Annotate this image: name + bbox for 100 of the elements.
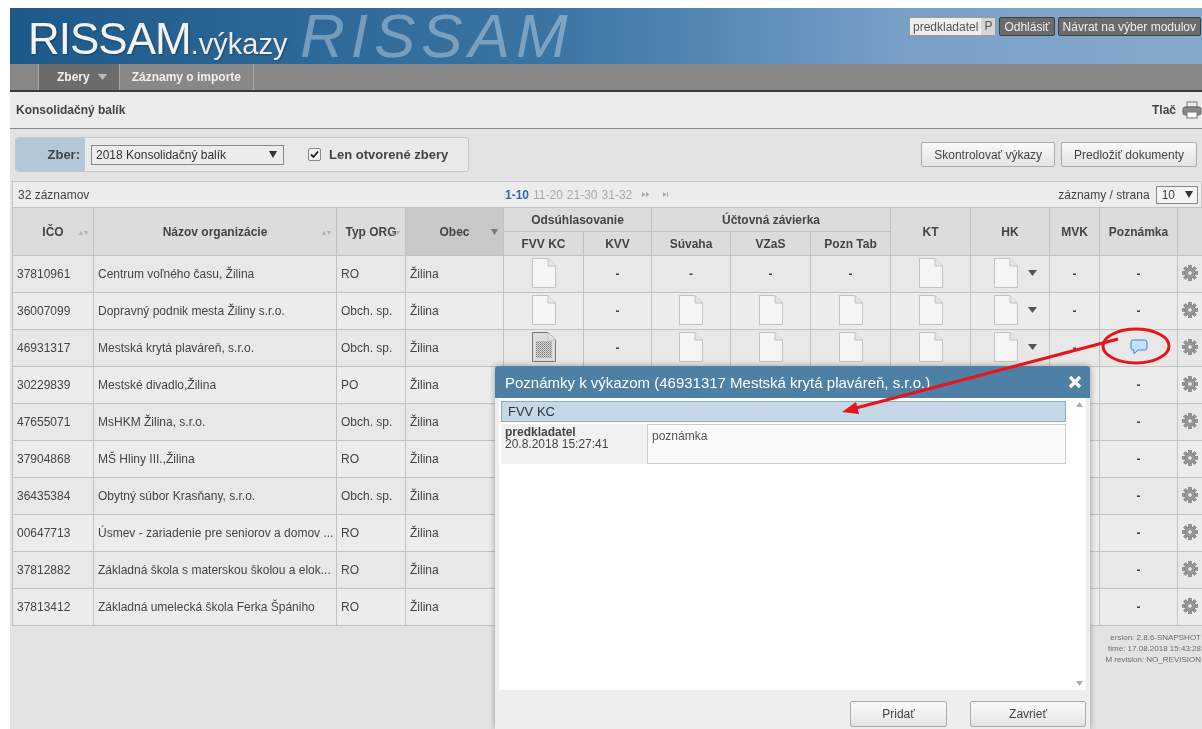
document-icon[interactable]	[918, 331, 943, 362]
action-button[interactable]: Predložiť dokumenty	[1061, 142, 1197, 167]
note-author: predkladatel	[505, 426, 576, 438]
table-cell: MsHKM Žilina, s.r.o.	[93, 403, 337, 441]
dialog-button[interactable]: Pridať	[850, 701, 947, 727]
document-icon[interactable]	[679, 331, 703, 362]
table-cell: -	[583, 255, 652, 293]
column-header: KT	[890, 207, 971, 256]
print-link[interactable]: Tlač	[1152, 103, 1176, 117]
section-header: FVV KC	[501, 401, 1066, 422]
table-cell: 46931317	[12, 329, 94, 367]
action-button[interactable]: Skontrolovať výkazy	[921, 142, 1056, 167]
column-header[interactable]: IČO	[12, 207, 94, 256]
dialog-title: Poznámky k výkazom (46931317 Mestská krytá plaváreň, s.r.o.)	[505, 373, 931, 391]
column-group-header: Účtovná závierka	[651, 207, 891, 232]
table-cell: -	[1099, 477, 1178, 515]
column-header: MVK	[1049, 207, 1100, 256]
note-time: 20.8.2018 15:27:41	[505, 437, 609, 451]
table-cell: -	[1099, 440, 1178, 478]
table-cell: -	[1099, 292, 1178, 330]
column-header[interactable]: Názov organizácie	[93, 207, 337, 256]
table-cell: -	[583, 292, 652, 330]
per-page-select[interactable]: 10	[1155, 185, 1198, 204]
document-icon[interactable]	[531, 331, 556, 362]
checkbox[interactable]	[308, 148, 321, 161]
highlight-ellipse	[1101, 327, 1171, 365]
collection-select[interactable]: 2018 Konsolidačný balík	[91, 144, 284, 165]
table-cell: Mestská krytá plaváreň, s.r.o.	[93, 329, 337, 367]
settings-icon[interactable]	[1182, 375, 1199, 392]
page-title: Konsolidačný balík	[16, 103, 126, 117]
caret-icon	[269, 151, 277, 158]
settings-icon[interactable]	[1182, 486, 1199, 503]
nav-tab[interactable]: Zbery	[38, 64, 120, 90]
scroll-down-icon[interactable]	[1075, 681, 1083, 686]
table-cell: RO	[336, 551, 406, 589]
version-info: ersion: 2.8.6-SNAPSHOT	[1109, 632, 1201, 643]
header-button[interactable]: Odhlásiť	[999, 17, 1055, 36]
dialog-button[interactable]: Zavrieť	[970, 701, 1086, 727]
table-cell: Centrum voľného času, Žilina	[93, 255, 337, 293]
table-cell: 00647713	[12, 514, 94, 552]
table-cell: Základná umelecká škola Ferka Špániho	[93, 588, 337, 626]
table-cell: -	[1049, 292, 1100, 330]
table-cell: 37812882	[12, 551, 94, 589]
close-icon[interactable]	[1068, 375, 1082, 389]
filter-label: Zber:	[16, 138, 85, 171]
document-icon[interactable]	[531, 294, 556, 325]
document-icon[interactable]	[838, 294, 863, 325]
settings-icon[interactable]	[1182, 338, 1199, 355]
caret-icon[interactable]	[1027, 306, 1037, 313]
filter-icon[interactable]	[491, 228, 498, 235]
column-header[interactable]: Typ ORG	[336, 207, 406, 256]
settings-icon[interactable]	[1182, 449, 1199, 466]
version-info: time: 17.08.2018 15:43:28	[1107, 643, 1201, 654]
table-cell: 36435384	[12, 477, 94, 515]
table-cell: Obch. sp.	[336, 403, 406, 441]
table-cell: RO	[336, 514, 406, 552]
document-icon[interactable]	[531, 257, 556, 288]
note-text: poznámka	[647, 424, 1066, 464]
settings-icon[interactable]	[1182, 560, 1199, 577]
checkbox-label: Len otvorené zbery	[329, 147, 449, 162]
table-cell: RO	[336, 255, 406, 293]
caret-icon[interactable]	[97, 74, 107, 80]
comment-icon[interactable]	[1129, 338, 1148, 355]
settings-icon[interactable]	[1182, 597, 1199, 614]
table-cell: -	[1099, 403, 1178, 441]
table-cell: Žilina	[405, 255, 504, 293]
printer-icon[interactable]	[1182, 101, 1202, 119]
settings-icon[interactable]	[1182, 412, 1199, 429]
table-cell: Žilina	[405, 292, 504, 330]
settings-icon[interactable]	[1182, 523, 1199, 540]
column-header: Poznámka	[1099, 207, 1178, 256]
document-icon[interactable]	[758, 294, 783, 325]
last-page-icon[interactable]	[662, 191, 671, 198]
document-icon[interactable]	[993, 294, 1018, 325]
table-cell: Základná škola s materskou školou a elok...	[93, 551, 337, 589]
document-icon[interactable]	[918, 257, 943, 288]
app-logo: RISSAM.výkazy	[27, 13, 288, 64]
table-cell: RO	[336, 588, 406, 626]
table-cell: 30229839	[12, 366, 94, 404]
page-link[interactable]: 1-10	[505, 187, 530, 202]
table-cell: Žilina	[405, 329, 504, 367]
document-icon[interactable]	[993, 257, 1018, 288]
table-cell: 36007099	[12, 292, 94, 330]
header-button[interactable]: Návrat na výber modulov	[1057, 17, 1201, 36]
document-icon[interactable]	[679, 294, 703, 325]
document-icon[interactable]	[918, 294, 943, 325]
caret-icon[interactable]	[1027, 269, 1037, 276]
caret-icon[interactable]	[1027, 343, 1037, 350]
column-header[interactable]: Obec	[405, 207, 504, 256]
table-cell: 37813412	[12, 588, 94, 626]
table-cell: -	[583, 329, 652, 367]
table-cell: Dopravný podnik mesta Žiliny s.r.o.	[93, 292, 337, 330]
table-cell: 37904868	[12, 440, 94, 478]
document-icon[interactable]	[838, 331, 863, 362]
settings-icon[interactable]	[1182, 264, 1199, 281]
document-icon[interactable]	[758, 331, 783, 362]
scroll-up-icon[interactable]	[1075, 402, 1083, 407]
table-cell: RO	[336, 440, 406, 478]
document-icon[interactable]	[993, 331, 1018, 362]
settings-icon[interactable]	[1182, 301, 1199, 318]
